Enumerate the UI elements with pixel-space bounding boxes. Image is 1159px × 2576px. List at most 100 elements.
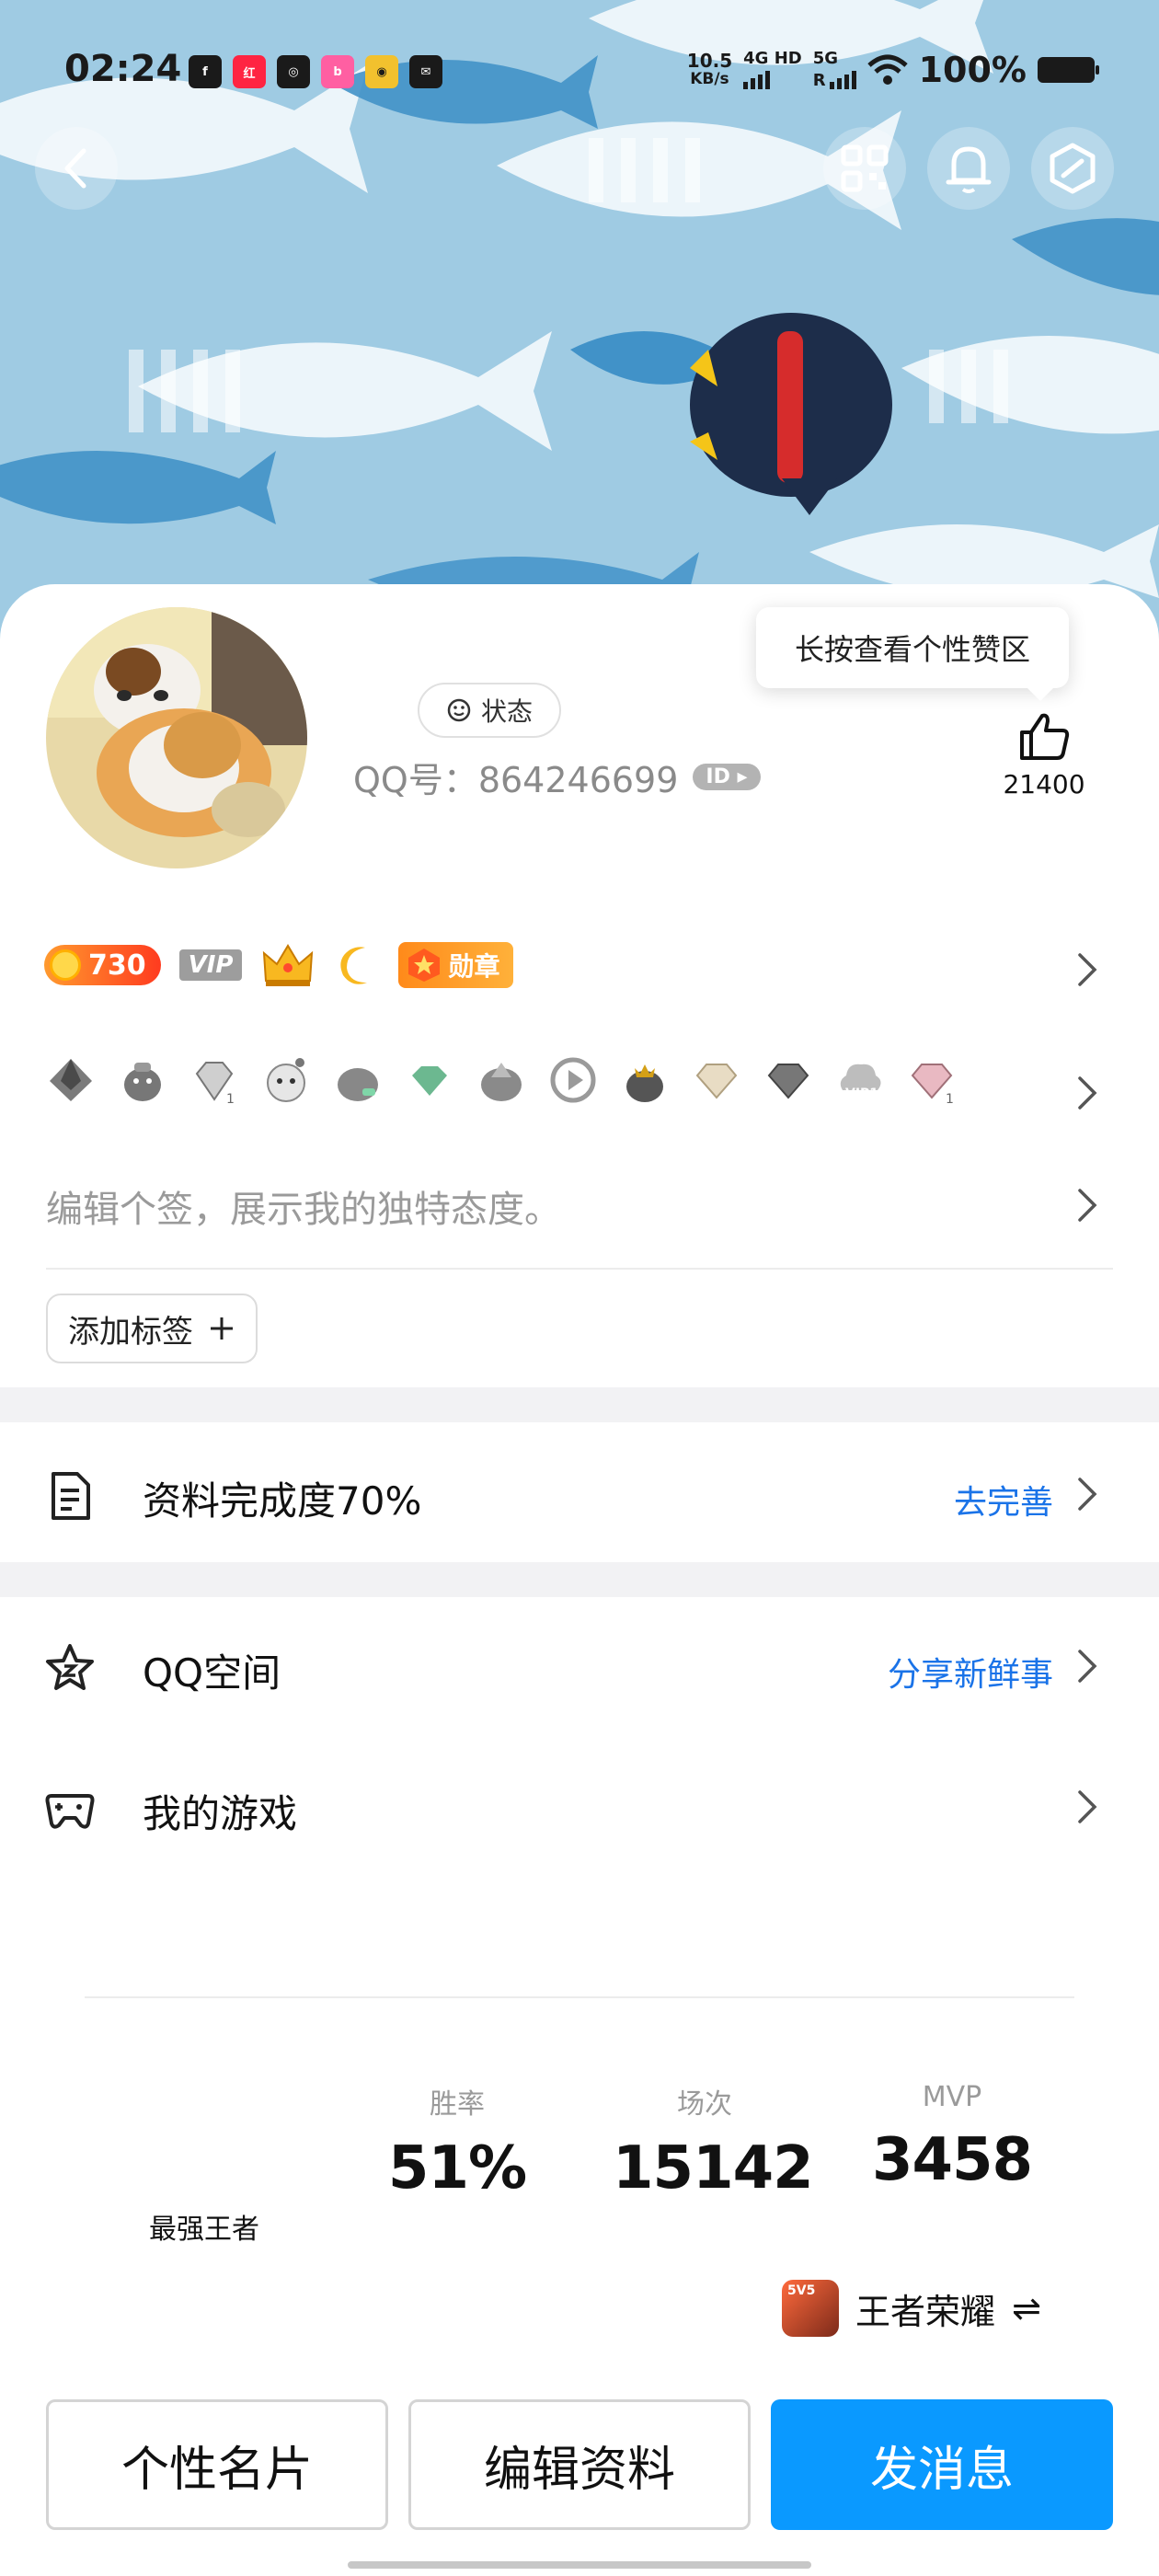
diamond-icon: 1 bbox=[195, 1062, 235, 1107]
settings-button[interactable] bbox=[1031, 127, 1114, 210]
section-separator bbox=[0, 1562, 1159, 1597]
network-type-2: 5G R bbox=[813, 51, 856, 89]
vip-cloud-icon: VIP1 bbox=[840, 1064, 881, 1101]
document-icon bbox=[52, 1472, 90, 1520]
qr-code-icon bbox=[841, 144, 889, 192]
like-count: 21400 bbox=[1003, 769, 1085, 799]
svg-text:1: 1 bbox=[226, 1092, 235, 1107]
qq-number: QQ号：864246699 bbox=[353, 760, 679, 800]
notification-button[interactable] bbox=[927, 127, 1010, 210]
divider bbox=[85, 1996, 1074, 1998]
star-medal-icon bbox=[408, 949, 441, 982]
section-separator bbox=[0, 1387, 1159, 1422]
moon-icon bbox=[340, 947, 368, 984]
stat-mvp: MVP 3458 bbox=[871, 2081, 1033, 2194]
chevron-right-icon bbox=[1078, 1790, 1097, 1823]
signal-icon-2 bbox=[829, 67, 856, 89]
stat-win-rate: 胜率 51% bbox=[387, 2088, 527, 2202]
game-switcher[interactable]: 5V5 王者荣耀 ⇌ bbox=[782, 2280, 1041, 2337]
home-indicator[interactable] bbox=[348, 2561, 811, 2569]
penguin-green-icon bbox=[338, 1068, 378, 1101]
vip-badge: VIP bbox=[178, 949, 243, 981]
gamepad-icon bbox=[45, 1794, 95, 1829]
qzone-row[interactable]: QQ空间 分享新鲜事 bbox=[0, 1615, 1159, 1716]
silver-diamond-icon bbox=[767, 1064, 809, 1099]
battery-icon bbox=[1038, 57, 1099, 83]
wifi-icon bbox=[866, 54, 908, 85]
status-time: 02:24 bbox=[64, 48, 182, 90]
switch-icon: ⇌ bbox=[1012, 2288, 1041, 2329]
penguin-hat-icon bbox=[50, 1059, 92, 1101]
medal-badge: 勋章 bbox=[398, 942, 513, 988]
pink-diamond-icon: 1 bbox=[911, 1064, 954, 1107]
my-games-title: 我的游戏 bbox=[143, 1791, 298, 1836]
back-button[interactable] bbox=[35, 127, 118, 210]
instagram-icon: ◎ bbox=[277, 55, 310, 88]
game-name: 王者荣耀 bbox=[855, 2291, 996, 2332]
back-icon bbox=[64, 148, 86, 189]
crown-icon bbox=[263, 944, 314, 986]
chevron-right-icon bbox=[1078, 1650, 1097, 1683]
profile-card-button[interactable]: 个性名片 bbox=[46, 2399, 388, 2530]
chevron-right-icon bbox=[1078, 1478, 1097, 1511]
thumbs-up-icon bbox=[1020, 713, 1070, 760]
network-speed: 10.5 KB/s bbox=[686, 50, 733, 88]
level-badge: 730 bbox=[44, 945, 161, 985]
complete-profile-link[interactable]: 去完善 bbox=[954, 1476, 1053, 1524]
bell-icon bbox=[946, 146, 992, 193]
profile-completion-row[interactable]: 资料完成度70% 去完善 bbox=[0, 1443, 1159, 1544]
stat-matches: 场次 15142 bbox=[613, 2088, 814, 2202]
coin-icon bbox=[50, 949, 81, 981]
gold-diamond-icon bbox=[695, 1064, 738, 1099]
qq-number-row[interactable]: QQ号：864246699 ID ▸ bbox=[353, 752, 761, 802]
decoration-icons-row[interactable]: 1 VIP1 1 bbox=[44, 1053, 958, 1107]
edit-profile-button[interactable]: 编辑资料 bbox=[408, 2399, 751, 2530]
send-message-button[interactable]: 发消息 bbox=[771, 2399, 1113, 2530]
status-indicators: 10.5 KB/s 4G HD 5G R 100% bbox=[686, 50, 1099, 90]
green-gem-icon bbox=[412, 1066, 447, 1096]
signature-input[interactable]: 编辑个签，展示我的独特态度。 bbox=[46, 1179, 561, 1233]
notification-icons: f 红 ◎ b ◉ ✉ bbox=[189, 55, 442, 88]
status-label: 状态 bbox=[480, 696, 533, 727]
xiaohongshu-icon: 红 bbox=[233, 55, 266, 88]
completion-title: 资料完成度70% bbox=[143, 1478, 422, 1524]
penguin-illustration bbox=[690, 313, 892, 515]
settings-icon bbox=[1050, 143, 1096, 194]
chevron-right-icon[interactable] bbox=[1069, 1075, 1106, 1111]
chevron-right-icon[interactable] bbox=[1069, 951, 1106, 988]
share-news-link[interactable]: 分享新鲜事 bbox=[888, 1648, 1053, 1696]
qzone-title: QQ空间 bbox=[143, 1650, 281, 1696]
divider bbox=[46, 1268, 1113, 1270]
cat-avatar-image bbox=[46, 607, 307, 868]
qzone-star-icon bbox=[46, 1644, 94, 1690]
chevron-right-icon[interactable] bbox=[1069, 1187, 1106, 1224]
status-bar: 02:24 f 红 ◎ b ◉ ✉ 10.5 KB/s 4G HD 5G R 1 bbox=[0, 46, 1159, 101]
app-icon: ◉ bbox=[365, 55, 398, 88]
svg-text:1: 1 bbox=[946, 1092, 954, 1107]
signal-icon bbox=[743, 67, 802, 89]
qr-code-button[interactable] bbox=[823, 127, 906, 210]
smile-plus-icon bbox=[447, 698, 471, 722]
facebook-icon: f bbox=[189, 55, 222, 88]
like-button[interactable]: 21400 bbox=[1003, 710, 1085, 799]
game-rank: 最强王者 bbox=[149, 2214, 259, 2246]
avatar[interactable] bbox=[46, 607, 307, 868]
add-tag-button[interactable]: 添加标签 bbox=[46, 1294, 258, 1363]
play-icon bbox=[550, 1057, 596, 1103]
battery-percent: 100% bbox=[918, 50, 1027, 90]
id-badge[interactable]: ID ▸ bbox=[693, 764, 761, 790]
my-games-row[interactable]: 我的游戏 bbox=[0, 1755, 1159, 1857]
plus-icon bbox=[211, 1317, 233, 1340]
game-thumbnail: 5V5 bbox=[782, 2280, 839, 2337]
penguin-crown-icon bbox=[626, 1064, 663, 1102]
network-type-1: 4G HD bbox=[743, 51, 802, 89]
bomb-face-icon bbox=[267, 1058, 305, 1102]
bilibili-icon: b bbox=[321, 55, 354, 88]
like-tooltip: 长按查看个性赞区 bbox=[756, 607, 1069, 701]
status-button[interactable]: 状态 bbox=[418, 683, 561, 738]
penguin-icon bbox=[124, 1063, 161, 1101]
svg-text:VIP1: VIP1 bbox=[845, 1087, 878, 1101]
penguin-wing-icon bbox=[481, 1063, 522, 1101]
mail-icon: ✉ bbox=[409, 55, 442, 88]
badge-row[interactable]: 730 VIP 勋章 bbox=[44, 940, 513, 990]
